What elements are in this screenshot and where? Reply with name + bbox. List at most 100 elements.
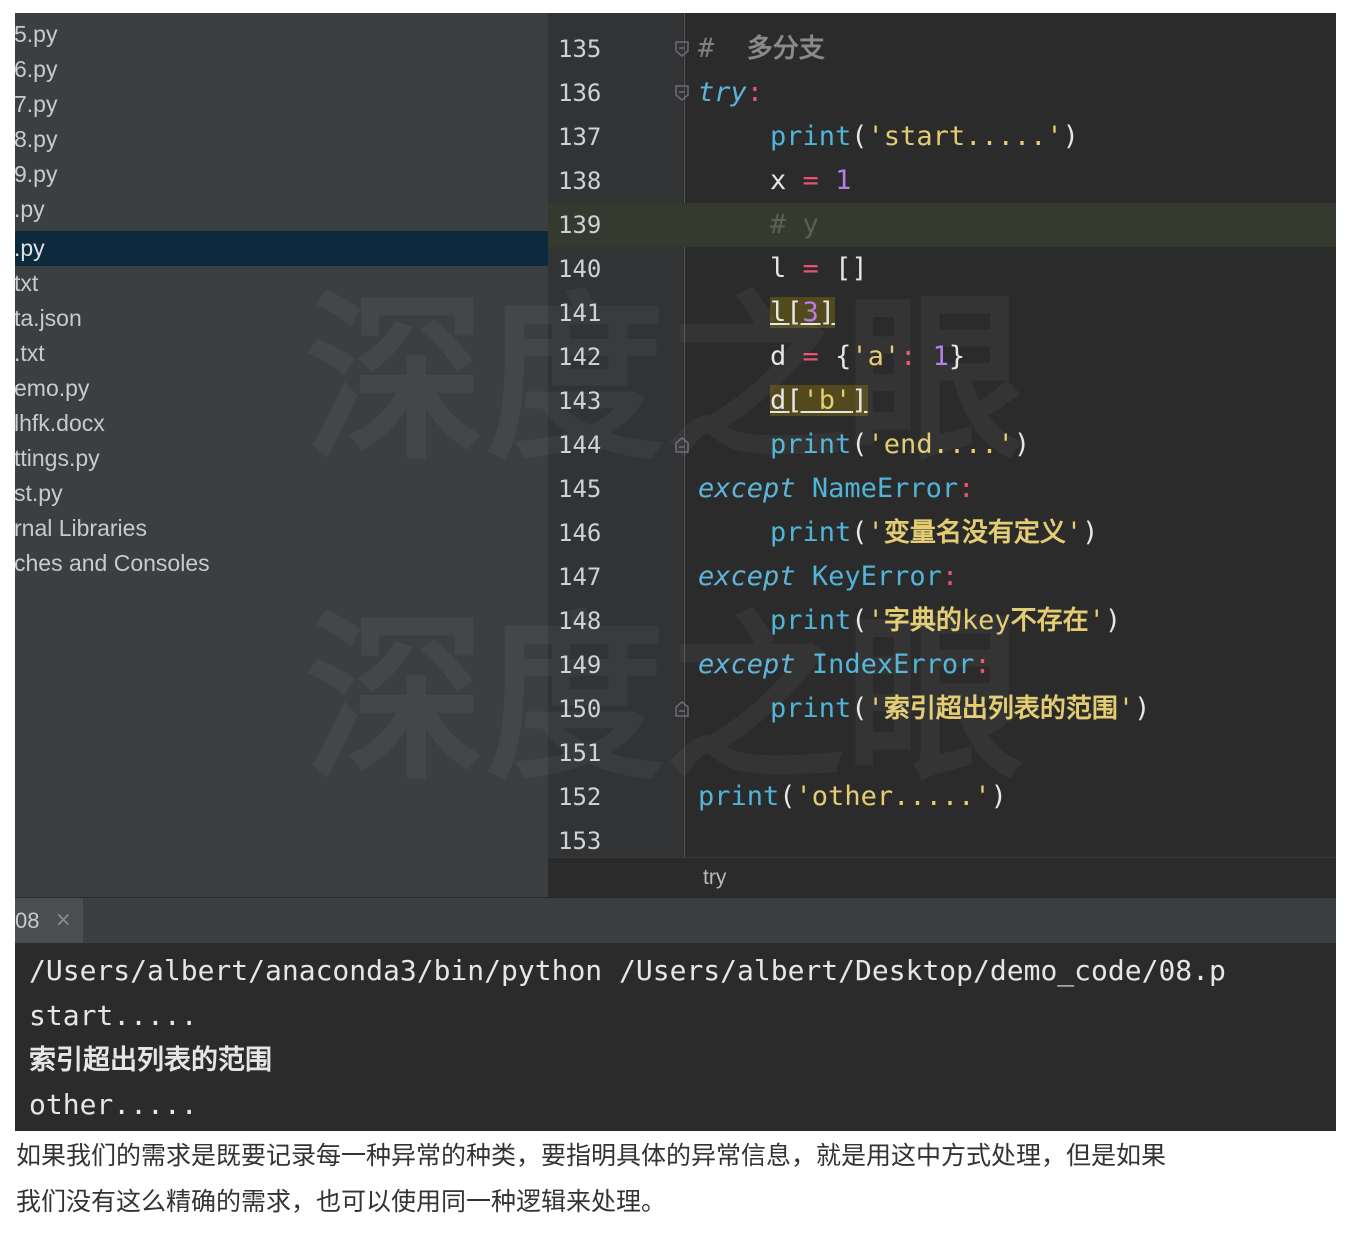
code-line[interactable]: 149 except IndexError:	[548, 643, 1336, 687]
tree-item-scratches[interactable]: ches and Consoles	[15, 546, 548, 581]
fold-close-icon[interactable]	[675, 437, 689, 453]
tree-item-label: txt	[15, 270, 39, 296]
string-literal: 'start.....'	[867, 121, 1063, 152]
string-quote: '	[1088, 605, 1105, 636]
tree-item-label: lhfk.docx	[15, 410, 105, 436]
string-chinese: 索引超出列表的范围	[883, 694, 1118, 724]
paren-open: (	[851, 429, 868, 460]
code-line[interactable]: 147 except KeyError:	[548, 555, 1336, 599]
string-quote: '	[867, 517, 884, 548]
paren-close: )	[1104, 605, 1122, 636]
tree-item-label: .txt	[15, 340, 45, 366]
code-line[interactable]: 151	[548, 731, 1336, 775]
comment-hash: #	[698, 33, 715, 64]
tree-item[interactable]: 5.py	[15, 17, 548, 52]
breadcrumb[interactable]: try	[703, 866, 726, 890]
string-literal: 'a'	[851, 341, 901, 372]
run-tab[interactable]: 08 ×	[15, 898, 83, 944]
code-editor[interactable]: 135 # 多分支 136 try: 137 print('start.....…	[548, 13, 1336, 897]
tree-item[interactable]: 9.py	[15, 157, 548, 192]
string-chinese: 变量名没有定义	[883, 518, 1066, 548]
code-line[interactable]: 152 print('other.....')	[548, 775, 1336, 819]
code-text: print('start.....')	[770, 115, 1079, 159]
code-line[interactable]: 148 print('字典的key不存在')	[548, 599, 1336, 643]
builtin-print: print	[770, 517, 852, 548]
builtin-print: print	[770, 429, 852, 460]
fold-close-icon[interactable]	[675, 701, 689, 717]
exception-name: IndexError	[811, 649, 975, 680]
tree-item[interactable]: txt	[15, 266, 548, 301]
line-number: 135	[558, 35, 602, 63]
code-text: print('索引超出列表的范围')	[770, 687, 1150, 731]
tree-item[interactable]: 6.py	[15, 52, 548, 87]
paren-open: (	[851, 517, 868, 548]
bracket-open: [	[786, 385, 803, 416]
code-line[interactable]: 142 d = {'a': 1}	[548, 335, 1336, 379]
variable: l	[770, 297, 787, 328]
code-text: x = 1	[770, 159, 851, 203]
line-number: 146	[558, 519, 602, 547]
tree-item[interactable]: .py	[15, 192, 548, 227]
line-number: 142	[558, 343, 602, 371]
paren-open: (	[779, 781, 796, 812]
tree-item-label: 6.py	[15, 56, 58, 82]
fold-open-icon[interactable]	[675, 85, 689, 101]
code-line[interactable]: 141 l[3]	[548, 291, 1336, 335]
tree-item[interactable]: lhfk.docx	[15, 406, 548, 441]
code-line[interactable]: 135 # 多分支	[548, 27, 1336, 71]
keyword-except: except	[698, 473, 796, 504]
line-number: 150	[558, 695, 602, 723]
code-line-current[interactable]: 139 # y	[548, 203, 1336, 247]
tree-item-external-libraries[interactable]: rnal Libraries	[15, 511, 548, 546]
tree-item[interactable]: 8.py	[15, 122, 548, 157]
string-chinese: 字典的	[883, 606, 962, 636]
tree-item[interactable]: ttings.py	[15, 441, 548, 476]
fold-open-icon[interactable]	[675, 41, 689, 57]
operator-assign: =	[802, 165, 819, 196]
close-icon[interactable]: ×	[55, 909, 72, 929]
project-tree: 5.py 6.py 7.py 8.py 9.py .py .py txt ta.…	[15, 13, 548, 897]
tree-item[interactable]: ta.json	[15, 301, 548, 336]
tree-item[interactable]: .txt	[15, 336, 548, 371]
string-quote: '	[1117, 693, 1135, 724]
paren-close: )	[1134, 693, 1151, 724]
number-literal: 1	[835, 165, 852, 196]
line-number: 137	[558, 123, 602, 151]
code-text: d = {'a': 1}	[770, 335, 965, 379]
code-line[interactable]: 145 except NameError:	[548, 467, 1336, 511]
variable: d	[770, 341, 787, 372]
tree-item[interactable]: emo.py	[15, 371, 548, 406]
code-line[interactable]: 140 l = []	[548, 247, 1336, 291]
warning-highlight[interactable]: d['b']	[770, 385, 868, 416]
line-number: 138	[558, 167, 602, 195]
code-line[interactable]: 146 print('变量名没有定义')	[548, 511, 1336, 555]
brace-close: }	[948, 341, 966, 372]
code-line[interactable]: 150 print('索引超出列表的范围')	[548, 687, 1336, 731]
code-line[interactable]: 138 x = 1	[548, 159, 1336, 203]
tree-item[interactable]: 7.py	[15, 87, 548, 122]
line-number: 145	[558, 475, 602, 503]
tree-item[interactable]: st.py	[15, 476, 548, 511]
warning-highlight[interactable]: l[3]	[770, 297, 836, 328]
tree-item-label: 9.py	[15, 161, 58, 187]
console-line: start.....	[29, 999, 198, 1032]
code-line[interactable]: 143 d['b']	[548, 379, 1336, 423]
run-console[interactable]: /Users/albert/anaconda3/bin/python /User…	[15, 943, 1336, 1131]
code-line[interactable]: 137 print('start.....')	[548, 115, 1336, 159]
console-line: other.....	[29, 1088, 198, 1121]
caption-line: 我们没有这么精确的需求，也可以使用同一种逻辑来处理。	[16, 1187, 667, 1216]
keyword-try: try	[698, 77, 747, 108]
line-number: 141	[558, 299, 602, 327]
builtin-print: print	[698, 781, 780, 812]
run-tab-label: 08	[15, 908, 40, 933]
number-literal: 3	[802, 297, 819, 328]
variable: l	[770, 253, 787, 284]
line-number: 149	[558, 651, 602, 679]
brace-open: {	[835, 341, 852, 372]
code-line[interactable]: 144 print('end....')	[548, 423, 1336, 467]
code-text: d['b']	[770, 379, 868, 423]
code-line[interactable]: 136 try:	[548, 71, 1336, 115]
run-tab-bar: 08 ×	[15, 897, 1336, 944]
tree-item-selected[interactable]: .py	[15, 231, 548, 266]
paren-open: (	[851, 121, 868, 152]
